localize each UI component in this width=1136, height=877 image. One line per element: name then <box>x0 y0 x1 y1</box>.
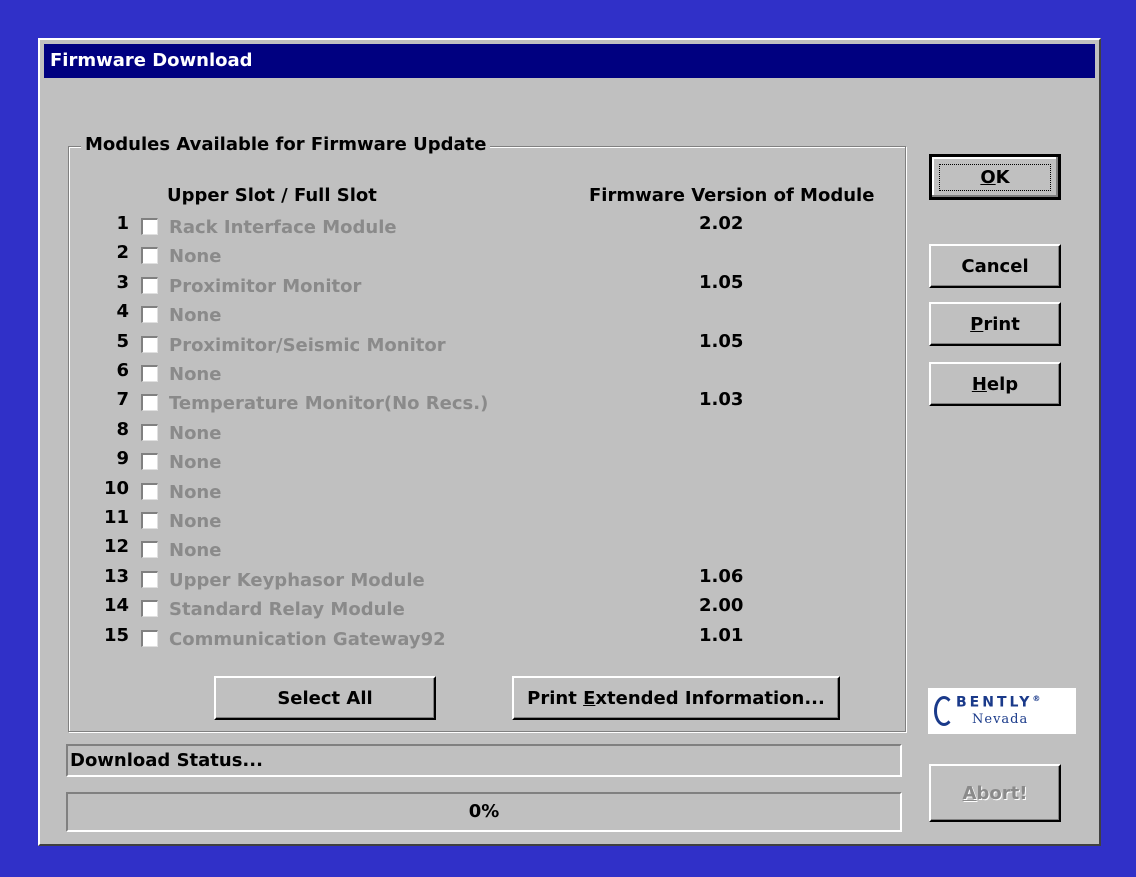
window-title: Firmware Download <box>50 50 253 71</box>
download-status-label: Download Status... <box>70 750 263 771</box>
firmware-version: 1.01 <box>699 624 744 646</box>
firmware-version: 1.05 <box>699 330 744 352</box>
module-name: Proximitor Monitor <box>169 275 362 297</box>
module-row: 4 None <box>69 301 905 330</box>
cancel-label: Cancel <box>961 255 1029 277</box>
firmware-version: 1.03 <box>699 389 744 411</box>
module-name: None <box>169 364 222 385</box>
firmware-version: 1.05 <box>699 271 744 293</box>
module-row: 9 None <box>69 448 905 477</box>
print-label: Print <box>970 313 1020 335</box>
abort-button[interactable]: Abort! <box>929 764 1061 822</box>
logo-swoosh-icon <box>934 696 954 726</box>
module-row: 5 Proximitor/Seismic Monitor 1.05 <box>69 331 905 360</box>
module-row: 8 None <box>69 419 905 448</box>
firmware-version: 2.00 <box>699 595 744 617</box>
bently-nevada-logo: BENTLY® Nevada <box>928 688 1076 734</box>
module-name: Upper Keyphasor Module <box>169 569 425 591</box>
module-checkbox[interactable] <box>141 453 158 471</box>
ok-label: OK <box>939 163 1051 191</box>
slot-number: 1 <box>116 213 129 234</box>
module-name: Communication Gateway92 <box>169 628 446 650</box>
slot-number: 7 <box>116 389 129 411</box>
module-row: 13 Upper Keyphasor Module 1.06 <box>69 566 905 595</box>
title-bar[interactable]: Firmware Download <box>44 44 1095 78</box>
module-checkbox[interactable] <box>141 423 158 441</box>
module-name: Proximitor/Seismic Monitor <box>169 334 446 356</box>
module-name: None <box>169 246 222 268</box>
slot-number: 10 <box>103 477 129 499</box>
module-row: 2 None <box>69 242 905 271</box>
print-extended-info-button[interactable]: Print Extended Information... <box>512 676 840 720</box>
slot-number: 8 <box>116 418 129 440</box>
cancel-button[interactable]: Cancel <box>929 244 1061 288</box>
version-column-header: Firmware Version of Module <box>589 185 875 206</box>
module-name: Temperature Monitor(No Recs.) <box>169 393 489 415</box>
module-name: Rack Interface Module <box>169 217 397 238</box>
module-row: 10 None <box>69 478 905 507</box>
module-row: 12 None <box>69 536 905 565</box>
module-checkbox[interactable] <box>141 541 158 559</box>
module-checkbox[interactable] <box>141 218 158 235</box>
slot-number: 14 <box>103 595 129 617</box>
module-name: None <box>169 540 222 562</box>
slot-number: 15 <box>103 624 129 646</box>
download-status-field: Download Status... <box>66 744 902 777</box>
module-row: 14 Standard Relay Module 2.00 <box>69 595 905 624</box>
modules-groupbox: Modules Available for Firmware Update Up… <box>68 134 906 732</box>
module-row: 7 Temperature Monitor(No Recs.) 1.03 <box>69 389 905 418</box>
module-checkbox[interactable] <box>141 629 158 647</box>
logo-line1: BENTLY® <box>956 694 1041 711</box>
module-row: 11 None <box>69 507 905 536</box>
module-name: None <box>169 422 222 444</box>
module-checkbox[interactable] <box>141 306 158 324</box>
download-progress-bar: 0% <box>66 792 902 832</box>
firmware-version: 2.02 <box>699 213 744 234</box>
module-checkbox[interactable] <box>141 600 158 618</box>
firmware-version: 1.06 <box>699 565 744 587</box>
module-checkbox[interactable] <box>141 394 158 412</box>
module-row: 1 Rack Interface Module 2.02 <box>69 213 905 242</box>
module-checkbox[interactable] <box>141 482 158 500</box>
group-legend: Modules Available for Firmware Update <box>81 134 491 155</box>
module-name: None <box>169 305 222 327</box>
print-extended-label: Print Extended Information... <box>527 687 825 709</box>
slot-number: 2 <box>116 242 129 264</box>
help-label: Help <box>971 373 1019 395</box>
slot-column-header: Upper Slot / Full Slot <box>167 185 377 206</box>
module-checkbox[interactable] <box>141 335 158 353</box>
logo-line2: Nevada <box>972 712 1029 727</box>
slot-number: 3 <box>116 271 129 293</box>
module-checkbox[interactable] <box>141 276 158 294</box>
progress-percent: 0% <box>468 801 500 822</box>
module-name: None <box>169 452 222 474</box>
module-checkbox[interactable] <box>141 512 158 529</box>
slot-number: 11 <box>103 507 129 528</box>
slot-number: 12 <box>103 536 129 558</box>
module-name: Standard Relay Module <box>169 599 405 621</box>
firmware-download-dialog: Firmware Download Modules Available for … <box>38 38 1101 846</box>
abort-label: Abort! <box>962 782 1028 804</box>
help-button[interactable]: Help <box>929 362 1061 406</box>
slot-number: 5 <box>116 330 129 352</box>
select-all-label: Select All <box>277 687 373 709</box>
module-row: 3 Proximitor Monitor 1.05 <box>69 272 905 301</box>
module-row: 15 Communication Gateway92 1.01 <box>69 625 905 654</box>
module-name: None <box>169 511 222 532</box>
slot-number: 9 <box>116 448 129 470</box>
slot-number: 13 <box>103 565 129 587</box>
slot-number: 6 <box>116 360 129 381</box>
module-row: 6 None <box>69 360 905 389</box>
module-name: None <box>169 481 222 503</box>
print-button[interactable]: Print <box>929 302 1061 346</box>
ok-button[interactable]: OK <box>929 154 1061 200</box>
module-checkbox[interactable] <box>141 247 158 265</box>
module-checkbox[interactable] <box>141 570 158 588</box>
module-checkbox[interactable] <box>141 365 158 382</box>
select-all-button[interactable]: Select All <box>214 676 436 720</box>
slot-number: 4 <box>116 301 129 323</box>
